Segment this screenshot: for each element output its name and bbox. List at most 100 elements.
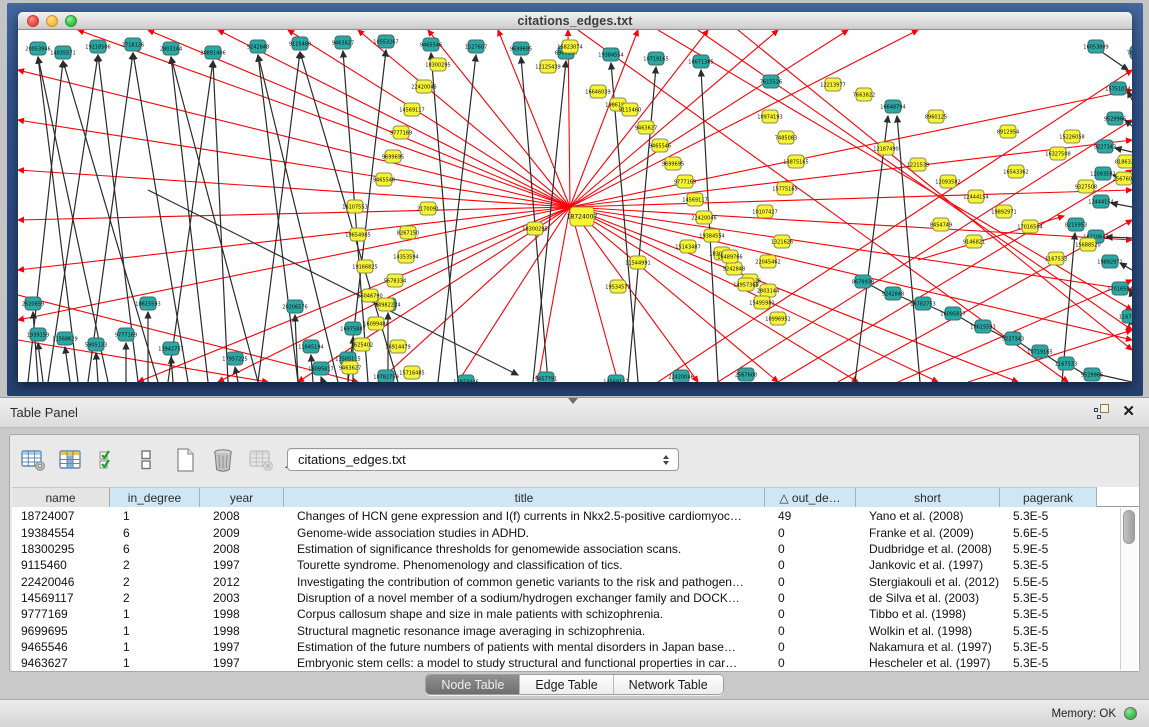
graph-node[interactable]: 13875165 <box>783 155 808 168</box>
show-column-icon[interactable] <box>56 446 86 474</box>
graph-node[interactable]: 12213977 <box>820 78 845 91</box>
row-pair-icon[interactable] <box>132 446 162 474</box>
graph-node[interactable]: 9242848 <box>247 40 269 53</box>
graph-node[interactable]: 9529966 <box>1081 368 1103 381</box>
graph-node[interactable]: 17016504 <box>1017 220 1042 233</box>
table-row[interactable]: 911546021997Tourette syndrome. Phenomeno… <box>12 557 1097 573</box>
graph-node[interactable]: 12093582 <box>935 175 960 188</box>
graph-node[interactable]: 1321626 <box>771 235 793 248</box>
graph-node[interactable]: 8215953 <box>1065 218 1087 231</box>
close-panel-icon[interactable]: ✕ <box>1122 404 1135 419</box>
table-row[interactable]: 969969511998Structural magnetic resonanc… <box>12 622 1097 638</box>
graph-node[interactable]: 9463627 <box>635 121 657 134</box>
graph-node[interactable]: 9115460 <box>289 37 311 50</box>
graph-node[interactable]: 9465546 <box>649 139 671 152</box>
graph-node[interactable]: 1167533 <box>1045 252 1067 265</box>
graph-node[interactable]: 20206576 <box>282 300 307 313</box>
graph-node[interactable]: 8679938 <box>852 275 874 288</box>
graph-node[interactable]: 10719165 <box>643 52 668 65</box>
graph-node[interactable]: 9529966 <box>1104 112 1126 125</box>
graph-node[interactable]: 15775165 <box>772 182 797 195</box>
graph-node[interactable]: 2803144 <box>160 42 182 55</box>
graph-node[interactable]: 9463627 <box>339 361 361 374</box>
scrollbar-thumb[interactable] <box>1123 510 1135 544</box>
graph-node[interactable]: 12187490 <box>873 142 898 155</box>
column-checklist-icon[interactable] <box>94 446 124 474</box>
graph-node[interactable]: 9115460 <box>619 103 641 116</box>
graph-node[interactable]: 7857224 <box>1127 46 1132 59</box>
graph-node[interactable]: 18300295 <box>425 58 450 71</box>
graph-node[interactable]: 1167533 <box>1055 357 1077 370</box>
tab-network-table[interactable]: Network Table <box>614 675 723 694</box>
graph-node[interactable]: 15751074 <box>1105 82 1130 95</box>
table-row[interactable]: 977716911998Corpus callosum shape and si… <box>12 606 1097 622</box>
minimize-window-icon[interactable] <box>46 15 58 27</box>
graph-node[interactable]: 16327508 <box>1045 147 1070 160</box>
column-header-in_degree[interactable]: in_degree <box>110 487 200 507</box>
graph-node[interactable]: 2620659 <box>22 297 44 310</box>
graph-node[interactable]: 16648794 <box>880 100 905 113</box>
graph-node[interactable]: 1498222 <box>375 298 397 311</box>
graph-node[interactable]: 17016504 <box>1107 282 1132 295</box>
close-window-icon[interactable] <box>27 15 39 27</box>
panel-resize-handle-icon[interactable] <box>568 398 578 404</box>
graph-node[interactable]: 8454749 <box>930 218 952 231</box>
table-row[interactable]: 1938455462009Genome-wide association stu… <box>12 524 1097 540</box>
graph-node[interactable]: 10996951 <box>765 312 790 325</box>
graph-node[interactable]: 8912954 <box>997 125 1019 138</box>
tab-edge-table[interactable]: Edge Table <box>520 675 613 694</box>
graph-node[interactable]: 9699695 <box>510 42 532 55</box>
graph-node[interactable]: 16099484 <box>363 317 388 330</box>
graph-node[interactable]: 12125439 <box>535 60 560 73</box>
graph-node[interactable]: 9146821 <box>963 235 985 248</box>
table-panel-titlebar[interactable]: Table Panel ✕ <box>0 397 1149 428</box>
graph-node[interactable]: 16671365 <box>688 55 713 68</box>
graph-node[interactable]: 16053809 <box>1083 40 1108 53</box>
graph-node[interactable]: 16543362 <box>1003 165 1028 178</box>
window-titlebar[interactable]: citations_edges.txt <box>18 12 1132 30</box>
graph-node[interactable]: 9699695 <box>382 150 404 163</box>
graph-node[interactable]: 9777169 <box>115 328 137 341</box>
graph-node[interactable]: 14035571 <box>50 46 75 59</box>
graph-node[interactable]: 1527607 <box>465 40 487 53</box>
tab-node-table[interactable]: Node Table <box>426 675 520 694</box>
graph-node[interactable]: 1939159 <box>27 328 49 341</box>
graph-node[interactable]: 2170091 <box>417 202 439 215</box>
graph-node[interactable]: 9777169 <box>674 175 696 188</box>
graph-node[interactable]: 7615526 <box>760 75 782 88</box>
graph-node[interactable]: 15716485 <box>399 366 424 379</box>
graph-node[interactable]: 9242848 <box>882 287 904 300</box>
table-row[interactable]: 946554611997Estimation of the future num… <box>12 639 1097 655</box>
graph-node[interactable]: 19384554 <box>598 48 623 61</box>
graph-node[interactable]: 10107427 <box>752 205 777 218</box>
graph-node[interactable]: 19166825 <box>352 260 377 273</box>
graph-node[interactable]: 2718126 <box>122 38 144 51</box>
graph-node[interactable]: 16646039 <box>585 85 610 98</box>
graph-node[interactable]: 1221539 <box>907 158 929 171</box>
graph-node[interactable]: 7663822 <box>853 88 875 101</box>
zoom-window-icon[interactable] <box>65 15 77 27</box>
graph-node[interactable]: 7485083 <box>775 131 797 144</box>
graph-node[interactable]: 9465546 <box>373 173 395 186</box>
graph-node[interactable]: 9457791 <box>535 372 557 382</box>
graph-node[interactable]: 22045462 <box>755 255 780 268</box>
graph-node[interactable]: 15226058 <box>1059 130 1084 143</box>
graph-node[interactable]: 9463627 <box>332 36 354 49</box>
float-panel-icon[interactable] <box>1094 404 1109 419</box>
column-header-pagerank[interactable]: pagerank <box>1000 487 1097 507</box>
graph-node[interactable]: 9777169 <box>390 126 412 139</box>
graph-node[interactable]: 8267150 <box>397 226 419 239</box>
graph-node[interactable]: 16107553 <box>342 200 367 213</box>
network-window[interactable]: citations_edges.txt 18724007183002952005… <box>18 12 1132 382</box>
graph-node[interactable]: 22420046 <box>691 211 716 224</box>
network-canvas[interactable]: 1872400718300295200539461403557119218506… <box>18 30 1132 382</box>
graph-node[interactable]: 11645194 <box>298 340 323 353</box>
graph-node[interactable]: 14569117 <box>682 193 707 206</box>
delete-table-disabled-icon[interactable] <box>246 446 276 474</box>
table-row[interactable]: 1872400712008Changes of HCN gene express… <box>12 508 1097 524</box>
graph-node[interactable]: 1167533 <box>1119 310 1132 323</box>
graph-node[interactable]: 8186328 <box>1115 155 1132 168</box>
vertical-scrollbar[interactable] <box>1120 508 1137 670</box>
table-row[interactable]: 2242004622012Investigating the contribut… <box>12 573 1097 589</box>
graph-node[interactable]: 12444154 <box>963 190 988 203</box>
